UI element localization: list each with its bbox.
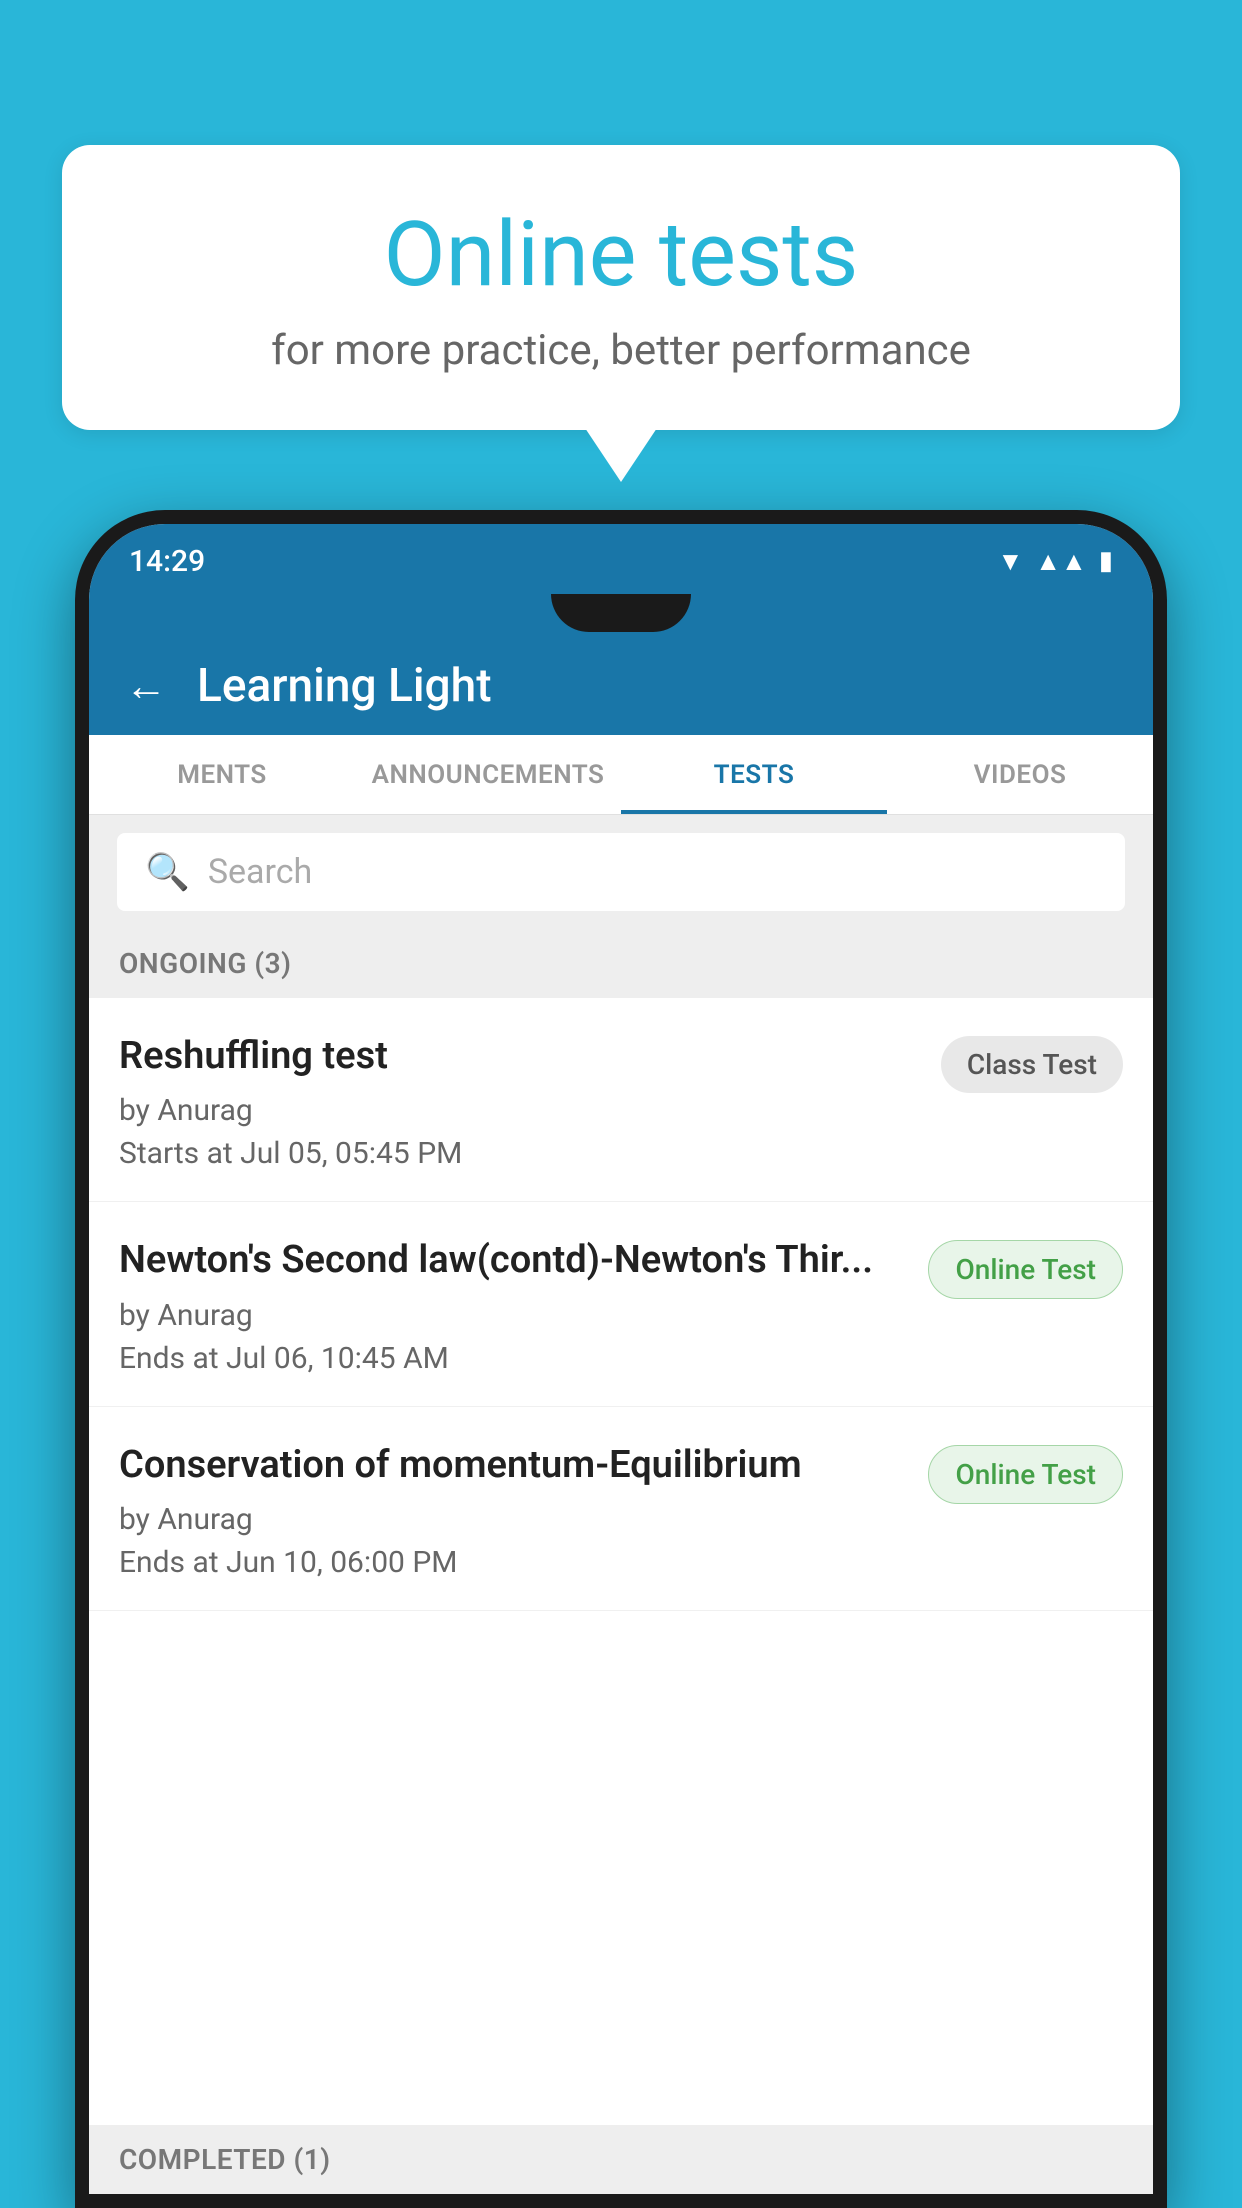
battery-icon: ▮ [1099,546,1113,576]
ongoing-header: ONGOING (3) [89,929,1153,998]
test-time: Ends at Jun 10, 06:00 PM [119,1545,908,1580]
test-name: Reshuffling test [119,1032,921,1081]
search-box[interactable]: 🔍 Search [117,833,1125,911]
bubble-title: Online tests [142,205,1100,304]
test-info: Reshuffling test by Anurag Starts at Jul… [119,1032,921,1171]
test-badge-online-2: Online Test [928,1445,1123,1504]
tab-announcements[interactable]: ANNOUNCEMENTS [355,735,621,814]
search-icon: 🔍 [145,851,190,893]
completed-header: COMPLETED (1) [89,2125,1153,2194]
tab-tests[interactable]: TESTS [621,735,887,814]
test-name: Conservation of momentum-Equilibrium [119,1441,908,1490]
bubble-subtitle: for more practice, better performance [142,326,1100,375]
test-name: Newton's Second law(contd)-Newton's Thir… [119,1236,908,1285]
status-icons: ▼ ▲▲ ▮ [997,546,1113,577]
phone-screen: 14:29 ▼ ▲▲ ▮ ← Learning Light MENTS ANNO… [89,524,1153,2194]
app-bar: ← Learning Light [89,637,1153,735]
test-item[interactable]: Conservation of momentum-Equilibrium by … [89,1407,1153,1611]
test-item[interactable]: Newton's Second law(contd)-Newton's Thir… [89,1202,1153,1406]
phone-frame: 14:29 ▼ ▲▲ ▮ ← Learning Light MENTS ANNO… [75,510,1167,2208]
tab-videos[interactable]: VIDEOS [887,735,1153,814]
wifi-icon: ▼ [997,546,1023,577]
test-time: Starts at Jul 05, 05:45 PM [119,1136,921,1171]
status-time: 14:29 [129,544,205,579]
speech-bubble-container: Online tests for more practice, better p… [62,145,1180,430]
test-item[interactable]: Reshuffling test by Anurag Starts at Jul… [89,998,1153,1202]
test-badge-online: Online Test [928,1240,1123,1299]
signal-icon: ▲▲ [1035,546,1086,577]
test-list: Reshuffling test by Anurag Starts at Jul… [89,998,1153,2125]
app-title: Learning Light [197,659,492,713]
tab-ments[interactable]: MENTS [89,735,355,814]
test-author: by Anurag [119,1502,908,1537]
back-button[interactable]: ← [125,662,167,711]
test-badge-class: Class Test [941,1036,1123,1093]
notch [551,594,691,632]
test-author: by Anurag [119,1298,908,1333]
test-info: Newton's Second law(contd)-Newton's Thir… [119,1236,908,1375]
test-time: Ends at Jul 06, 10:45 AM [119,1341,908,1376]
tab-bar: MENTS ANNOUNCEMENTS TESTS VIDEOS [89,735,1153,815]
notch-area [89,594,1153,637]
search-area: 🔍 Search [89,815,1153,929]
speech-bubble: Online tests for more practice, better p… [62,145,1180,430]
test-author: by Anurag [119,1093,921,1128]
test-info: Conservation of momentum-Equilibrium by … [119,1441,908,1580]
search-placeholder: Search [208,852,312,892]
status-bar: 14:29 ▼ ▲▲ ▮ [89,524,1153,594]
